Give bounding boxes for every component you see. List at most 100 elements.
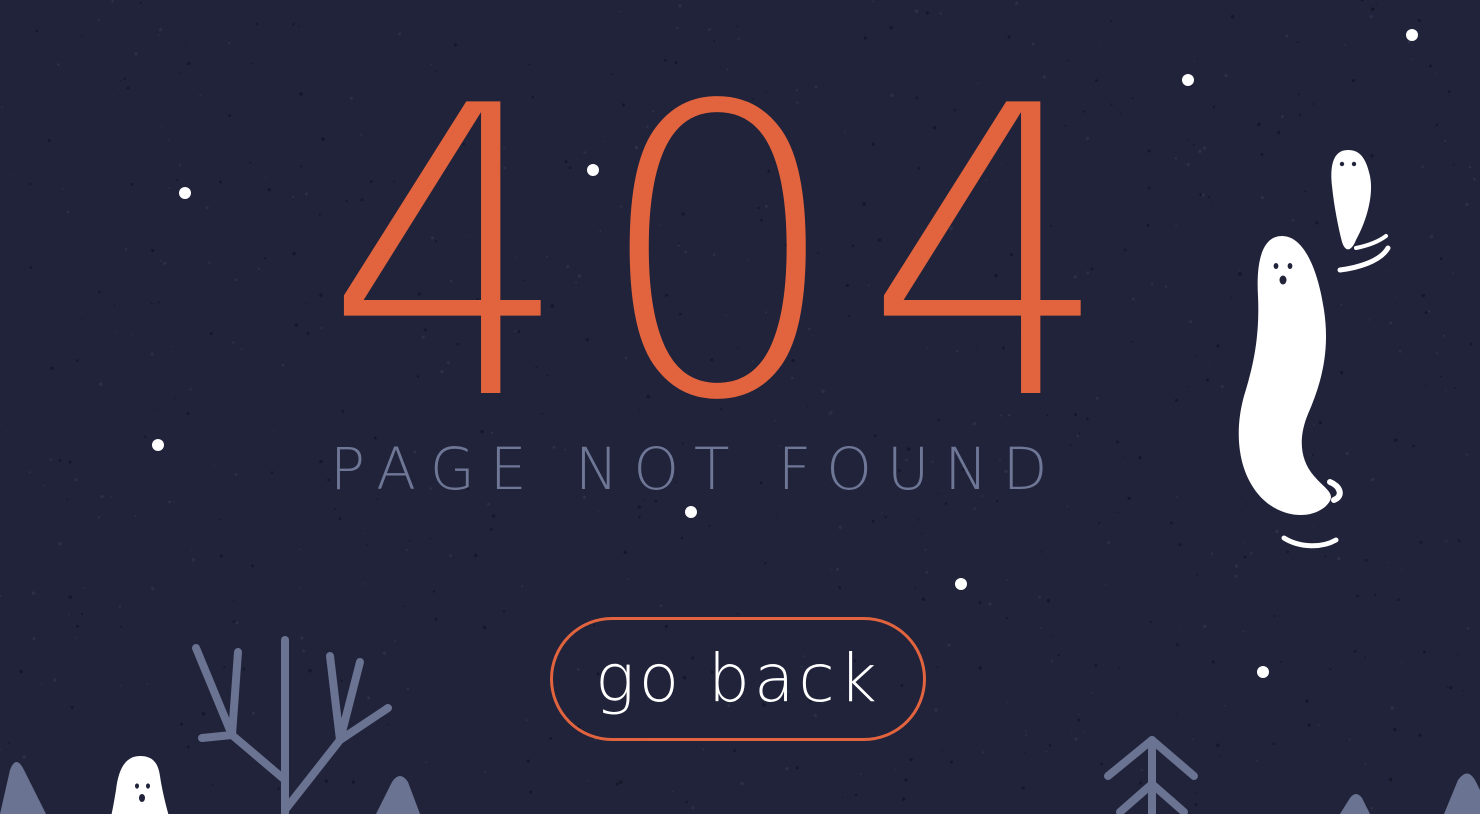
speckle bbox=[1296, 40, 1299, 43]
speckle bbox=[1356, 594, 1359, 598]
speckle bbox=[691, 806, 695, 810]
speckle bbox=[1388, 777, 1393, 782]
speckle bbox=[1234, 564, 1239, 568]
speckle bbox=[76, 624, 79, 628]
speckle bbox=[255, 22, 259, 25]
speckle bbox=[1284, 431, 1286, 434]
speckle bbox=[1231, 296, 1233, 298]
speckle bbox=[80, 612, 84, 615]
speckle bbox=[1429, 234, 1434, 239]
speckle bbox=[1286, 550, 1289, 554]
speckle bbox=[1107, 541, 1111, 544]
speckle bbox=[1189, 83, 1193, 87]
speckle bbox=[6, 784, 10, 788]
speckle bbox=[191, 548, 193, 551]
speckle bbox=[1291, 218, 1295, 222]
speckle bbox=[1224, 73, 1228, 78]
speckle bbox=[627, 578, 630, 581]
speckle bbox=[199, 94, 202, 97]
speckle bbox=[1150, 283, 1154, 286]
speckle bbox=[134, 52, 138, 56]
speckle bbox=[35, 29, 38, 33]
speckle bbox=[267, 188, 271, 192]
speckle bbox=[737, 37, 740, 40]
speckle bbox=[211, 783, 214, 786]
speckle bbox=[674, 61, 678, 65]
speckle bbox=[708, 28, 711, 31]
speckle bbox=[228, 114, 232, 117]
speckle bbox=[1468, 165, 1472, 169]
speckle bbox=[972, 422, 976, 426]
speckle bbox=[74, 636, 77, 639]
speckle bbox=[98, 382, 103, 386]
speckle bbox=[1260, 152, 1264, 156]
speckle bbox=[0, 595, 2, 598]
speckle bbox=[366, 544, 368, 546]
speckle bbox=[1421, 293, 1426, 298]
speckle bbox=[277, 787, 280, 790]
speckle bbox=[1212, 201, 1214, 203]
speckle bbox=[430, 63, 432, 66]
speckle bbox=[1078, 432, 1081, 435]
speckle bbox=[172, 501, 175, 503]
speckle bbox=[1147, 149, 1151, 153]
speckle bbox=[1446, 686, 1449, 689]
speckle bbox=[1039, 627, 1042, 630]
speckle bbox=[1428, 64, 1432, 68]
speckle bbox=[191, 558, 196, 562]
speckle bbox=[1457, 653, 1459, 655]
speckle bbox=[205, 206, 209, 209]
speckle bbox=[785, 767, 789, 771]
speckle bbox=[235, 621, 239, 625]
speckle bbox=[0, 106, 3, 109]
speckle bbox=[713, 40, 715, 42]
speckle bbox=[265, 527, 267, 530]
go-back-button[interactable]: go back bbox=[550, 617, 926, 741]
speckle bbox=[227, 42, 231, 45]
speckle bbox=[541, 412, 544, 415]
speckle bbox=[154, 407, 156, 409]
speckle bbox=[1198, 149, 1202, 153]
speckle bbox=[1007, 35, 1011, 39]
speckle bbox=[234, 278, 238, 282]
speckle bbox=[240, 348, 243, 351]
speckle bbox=[587, 779, 590, 782]
speckle bbox=[1351, 79, 1356, 83]
speckle bbox=[1207, 362, 1209, 365]
speckle bbox=[306, 331, 310, 335]
speckle bbox=[130, 334, 133, 337]
speckle bbox=[178, 164, 181, 167]
speckle bbox=[1238, 272, 1242, 276]
speckle bbox=[619, 780, 623, 784]
speckle bbox=[163, 261, 167, 265]
speckle bbox=[364, 582, 366, 585]
speckle bbox=[1139, 781, 1142, 785]
speckle bbox=[387, 723, 390, 726]
speckle bbox=[924, 548, 927, 551]
speckle bbox=[1175, 224, 1178, 228]
speckle bbox=[1271, 276, 1275, 280]
speckle bbox=[113, 808, 117, 812]
speckle bbox=[491, 514, 496, 518]
speckle bbox=[432, 590, 436, 593]
speckle bbox=[1435, 72, 1437, 74]
speckle bbox=[119, 625, 122, 628]
speckle bbox=[302, 649, 306, 653]
speckle bbox=[1393, 438, 1398, 442]
speckle bbox=[529, 790, 533, 794]
speckle bbox=[1174, 398, 1179, 402]
speckle bbox=[180, 71, 182, 74]
speckle bbox=[8, 135, 10, 137]
speckle bbox=[598, 510, 600, 513]
speckle bbox=[1189, 320, 1193, 324]
speckle bbox=[1104, 584, 1107, 586]
speckle bbox=[925, 11, 929, 15]
speckle bbox=[209, 332, 213, 336]
speckle bbox=[1216, 344, 1220, 348]
speckle bbox=[881, 512, 883, 514]
speckle bbox=[97, 19, 100, 22]
speckle bbox=[1368, 319, 1370, 321]
speckle bbox=[1094, 664, 1098, 668]
speckle bbox=[113, 305, 116, 307]
speckle bbox=[1454, 387, 1457, 389]
